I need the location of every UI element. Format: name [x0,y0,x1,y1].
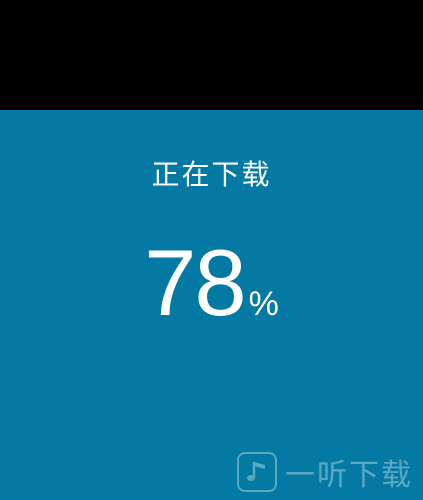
watermark-text: 一听下载 [285,458,413,493]
music-note-app-icon [237,452,277,492]
progress-unit: % [248,285,279,323]
progress-percentage: 78% [0,236,423,330]
watermark: 一听下载 [237,450,413,494]
download-progress-screen: 正在下载 78% 一听下载 [0,0,423,500]
download-status-label: 正在下载 [151,158,272,191]
progress-value: 78 [144,230,247,335]
